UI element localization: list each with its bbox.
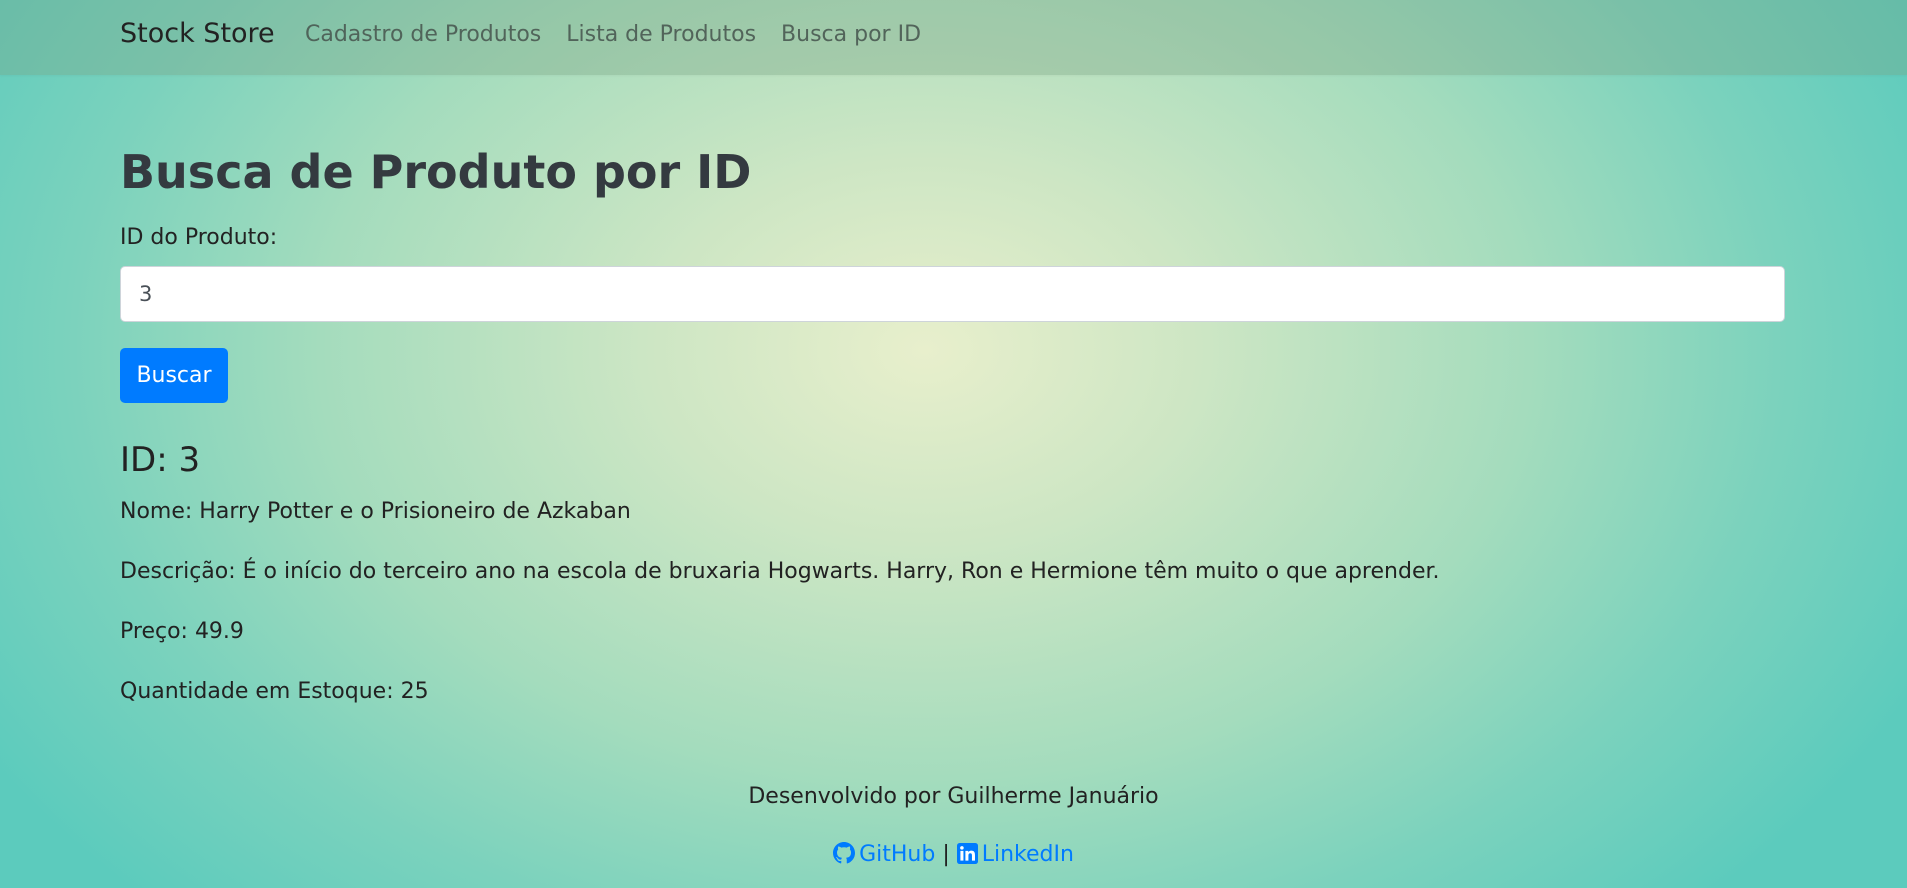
github-link[interactable]: GitHub — [833, 842, 935, 867]
page-title: Busca de Produto por ID — [120, 145, 752, 199]
github-label: GitHub — [859, 842, 936, 867]
navbar: Stock Store Cadastro de Produtos Lista d… — [0, 0, 1907, 75]
linkedin-label: LinkedIn — [981, 842, 1074, 867]
nav-link-cadastro[interactable]: Cadastro de Produtos — [305, 22, 541, 47]
result-price: Preço: 49.9 — [120, 619, 244, 644]
nav-link-lista[interactable]: Lista de Produtos — [566, 22, 756, 47]
result-name: Nome: Harry Potter e o Prisioneiro de Az… — [120, 499, 631, 524]
product-id-input[interactable] — [120, 266, 1785, 322]
github-icon — [833, 842, 856, 864]
linkedin-icon — [956, 843, 978, 864]
result-id-heading: ID: 3 — [120, 440, 201, 480]
product-id-label: ID do Produto: — [120, 225, 278, 250]
footer-credit: Desenvolvido por Guilherme Januário — [748, 784, 1159, 809]
search-button[interactable]: Buscar — [120, 348, 228, 403]
brand-link[interactable]: Stock Store — [120, 18, 275, 49]
result-description: Descrição: É o início do terceiro ano na… — [120, 559, 1440, 584]
footer-links: GitHub | LinkedIn — [0, 842, 1907, 867]
footer-separator: | — [942, 842, 950, 867]
result-stock: Quantidade em Estoque: 25 — [120, 679, 429, 704]
linkedin-link[interactable]: LinkedIn — [956, 842, 1074, 867]
nav-links: Cadastro de Produtos Lista de Produtos B… — [305, 22, 921, 47]
nav-link-busca[interactable]: Busca por ID — [781, 22, 921, 47]
